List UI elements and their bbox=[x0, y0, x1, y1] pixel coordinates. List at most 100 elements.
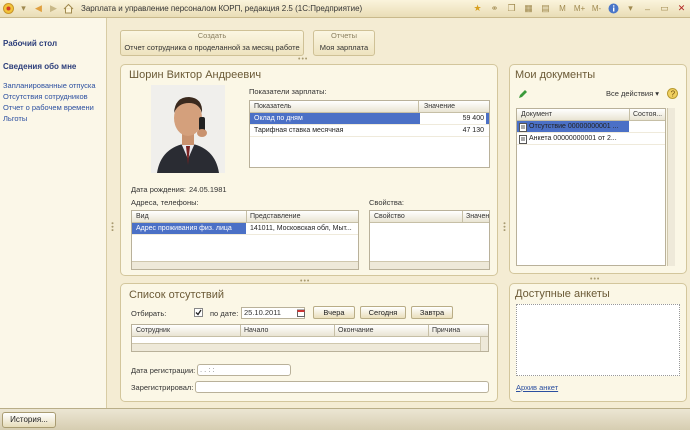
addresses-table-header: Вид Представление bbox=[132, 211, 358, 223]
table-row[interactable]: Отсутствие 00000000001 ... bbox=[517, 121, 665, 133]
all-actions-label: Все действия bbox=[606, 89, 654, 98]
cmdbar-splitter[interactable]: ••• bbox=[298, 56, 308, 63]
absences-table[interactable]: Сотрудник Начало Окончание Причина bbox=[131, 324, 489, 352]
addresses-label: Адреса, телефоны: bbox=[131, 198, 199, 207]
doc-col-state[interactable]: Состоя... bbox=[633, 111, 662, 118]
salary-table-header: Показатель Значение bbox=[250, 101, 489, 113]
abs-col-reason[interactable]: Причина bbox=[432, 327, 460, 334]
yesterday-button[interactable]: Вчера bbox=[313, 306, 355, 319]
addresses-table[interactable]: Вид Представление Адрес проживания физ. … bbox=[131, 210, 359, 270]
minimize-icon[interactable]: – bbox=[641, 2, 654, 15]
filter-label: Отбирать: bbox=[131, 309, 167, 318]
sidebar-desktop[interactable]: Рабочий стол bbox=[3, 39, 103, 48]
addr-col-repr[interactable]: Представление bbox=[250, 213, 300, 220]
abs-col-end[interactable]: Окончание bbox=[338, 327, 374, 334]
table-row[interactable]: Оклад по дням 59 400 bbox=[250, 113, 489, 125]
back-arrow-icon[interactable]: ◀ bbox=[32, 2, 45, 15]
copy-icon[interactable]: ❐ bbox=[505, 2, 518, 15]
documents-table[interactable]: Документ Состоя... Отсутствие 0000000000… bbox=[516, 108, 666, 266]
create-caption: Создать bbox=[197, 31, 227, 40]
birth-date-label: Дата рождения: bbox=[131, 185, 186, 194]
tomorrow-button[interactable]: Завтра bbox=[411, 306, 453, 319]
title-bar: ▾ ◀ ▶ Зарплата и управление персоналом К… bbox=[0, 0, 690, 18]
archive-link[interactable]: Архив анкет bbox=[516, 383, 558, 392]
help-icon[interactable]: ? bbox=[667, 88, 678, 99]
sidebar-item-planned-vacations[interactable]: Запланированные отпуска bbox=[3, 80, 103, 91]
status-bar: История... bbox=[0, 408, 690, 430]
registered-field[interactable] bbox=[195, 381, 489, 393]
addr-row-repr: 141011, Московская обл, Мыт... bbox=[250, 225, 352, 232]
home-icon[interactable] bbox=[62, 2, 75, 15]
sidebar-item-work-time-report[interactable]: Отчет о рабочем времени bbox=[3, 102, 103, 113]
m-icon[interactable]: M bbox=[556, 2, 569, 15]
my-salary-button[interactable]: Моя зарплата bbox=[314, 43, 374, 52]
props-col-property[interactable]: Свойство bbox=[374, 213, 405, 220]
sidebar-splitter[interactable]: ••• bbox=[108, 222, 115, 232]
salary-row-name: Оклад по дням bbox=[254, 115, 303, 122]
salary-col-value[interactable]: Значение bbox=[424, 103, 455, 110]
calendar-icon[interactable] bbox=[297, 309, 305, 317]
window-title: Зарплата и управление персоналом КОРП, р… bbox=[81, 4, 363, 13]
documents-panel: Мои документы Все действия ▾ ? Документ … bbox=[509, 64, 687, 274]
absences-table-header: Сотрудник Начало Окончание Причина bbox=[132, 325, 488, 337]
salary-label: Показатели зарплаты: bbox=[249, 87, 327, 96]
surveys-title: Доступные анкеты bbox=[515, 288, 610, 300]
filter-checkbox[interactable] bbox=[194, 308, 203, 317]
properties-table[interactable]: Свойство Значен bbox=[369, 210, 490, 270]
by-date-label: по дате: bbox=[210, 309, 239, 318]
table-row[interactable]: Тарифная ставка месячная 47 130 bbox=[250, 125, 489, 137]
addr-col-kind[interactable]: Вид bbox=[136, 213, 149, 220]
abs-col-start[interactable]: Начало bbox=[244, 327, 268, 334]
close-icon[interactable]: ✕ bbox=[675, 2, 688, 15]
props-col-value[interactable]: Значен bbox=[466, 213, 489, 220]
table-row[interactable]: Анкета 00000000001 от 2... bbox=[517, 133, 665, 145]
abs-col-employee[interactable]: Сотрудник bbox=[136, 327, 170, 334]
pencil-icon[interactable] bbox=[518, 89, 528, 99]
absences-v-scrollbar[interactable] bbox=[480, 337, 488, 351]
maximize-icon[interactable]: ▭ bbox=[658, 2, 671, 15]
all-actions-button[interactable]: Все действия ▾ bbox=[606, 89, 659, 98]
doc-row-name: Анкета 00000000001 от 2... bbox=[529, 135, 617, 142]
work-report-button[interactable]: Отчет сотрудника о проделанной за месяц … bbox=[121, 43, 303, 52]
star-icon[interactable]: ★ bbox=[471, 2, 484, 15]
menu-dropdown-icon[interactable]: ▾ bbox=[17, 2, 30, 15]
properties-scrollbar[interactable] bbox=[370, 261, 489, 269]
m-minus-icon[interactable]: M- bbox=[590, 2, 603, 15]
registered-label: Зарегистрировал: bbox=[131, 383, 194, 392]
salary-col-indicator[interactable]: Показатель bbox=[254, 103, 291, 110]
employee-panel: Шорин Виктор Андреевич Дата рождения: 24… bbox=[120, 64, 498, 276]
documents-scrollbar[interactable] bbox=[667, 108, 675, 266]
m-plus-icon[interactable]: M+ bbox=[573, 2, 586, 15]
calculator-icon[interactable]: ▦ bbox=[522, 2, 535, 15]
table-row[interactable]: Адрес проживания физ. лица 141011, Моско… bbox=[132, 223, 358, 235]
calendar-icon[interactable]: ▤ bbox=[539, 2, 552, 15]
sidebar-about-me[interactable]: Сведения обо мне bbox=[3, 62, 103, 71]
properties-label: Свойства: bbox=[369, 198, 405, 207]
surveys-panel: Доступные анкеты Архив анкет bbox=[509, 283, 687, 402]
documents-table-header: Документ Состоя... bbox=[517, 109, 665, 121]
salary-row-value: 59 400 bbox=[420, 113, 486, 124]
options-dropdown-icon[interactable]: ▾ bbox=[624, 2, 637, 15]
documents-splitter[interactable]: ••• bbox=[590, 276, 600, 283]
app-logo-icon bbox=[2, 2, 15, 15]
today-button[interactable]: Сегодня bbox=[360, 306, 406, 319]
absences-title: Список отсутствий bbox=[129, 289, 225, 301]
sidebar-item-benefits[interactable]: Льготы bbox=[3, 113, 103, 124]
sidebar: Рабочий стол Сведения обо мне Запланиров… bbox=[0, 18, 107, 408]
surveys-list[interactable] bbox=[516, 304, 680, 376]
main-splitter[interactable]: ••• bbox=[500, 222, 507, 232]
link-icon[interactable]: ⚭ bbox=[488, 2, 501, 15]
history-button[interactable]: История... bbox=[2, 412, 56, 428]
date-field[interactable]: 25.10.2011 bbox=[241, 307, 305, 319]
info-icon[interactable] bbox=[607, 2, 620, 15]
addr-row-kind: Адрес проживания физ. лица bbox=[132, 223, 246, 234]
doc-col-document[interactable]: Документ bbox=[521, 111, 552, 118]
salary-table[interactable]: Показатель Значение Оклад по дням 59 400… bbox=[249, 100, 490, 168]
sidebar-item-absences[interactable]: Отсутствия сотрудников bbox=[3, 91, 103, 102]
reg-date-field[interactable]: . . : : bbox=[197, 364, 291, 376]
addresses-scrollbar[interactable] bbox=[132, 261, 358, 269]
absences-h-scrollbar[interactable] bbox=[132, 343, 480, 351]
documents-title: Мои документы bbox=[515, 69, 596, 81]
forward-arrow-icon[interactable]: ▶ bbox=[47, 2, 60, 15]
employee-photo bbox=[151, 85, 225, 173]
